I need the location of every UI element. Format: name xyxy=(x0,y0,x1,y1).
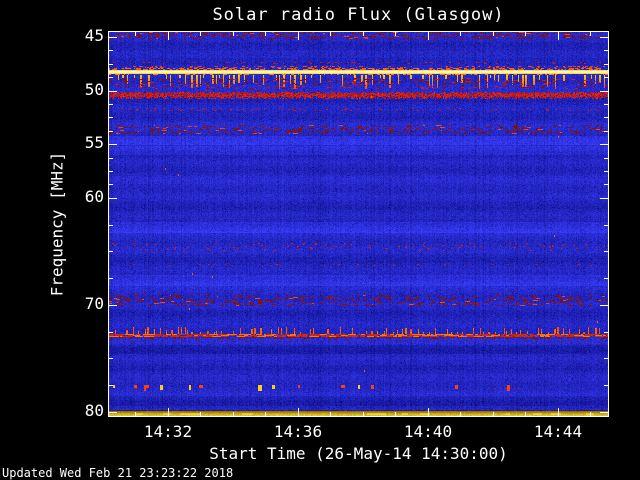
spectrogram-window: Solar radio Flux (Glasgow) Frequency [MH… xyxy=(0,0,640,480)
y-axis-label: Frequency [MHz] xyxy=(47,151,67,297)
chart-title: Solar radio Flux (Glasgow) xyxy=(212,5,505,25)
y-tick-label-70: 70 xyxy=(84,294,104,313)
x-tick-label-1440: 14:40 xyxy=(403,422,453,441)
x-tick-label-1436: 14:36 xyxy=(273,422,323,441)
y-tick-label-55: 55 xyxy=(84,133,104,152)
y-tick-label-50: 50 xyxy=(84,80,104,99)
x-tick-label-1444: 14:44 xyxy=(533,422,583,441)
y-tick-label-45: 45 xyxy=(84,26,104,45)
x-tick-label-1432: 14:32 xyxy=(143,422,193,441)
x-axis-label: Start Time (26-May-14 14:30:00) xyxy=(209,444,508,463)
y-tick-label-60: 60 xyxy=(84,187,104,206)
spectrogram-plot xyxy=(108,31,609,417)
y-tick-label-80: 80 xyxy=(84,401,104,420)
updated-timestamp: Updated Wed Feb 21 23:23:22 2018 xyxy=(2,466,234,480)
